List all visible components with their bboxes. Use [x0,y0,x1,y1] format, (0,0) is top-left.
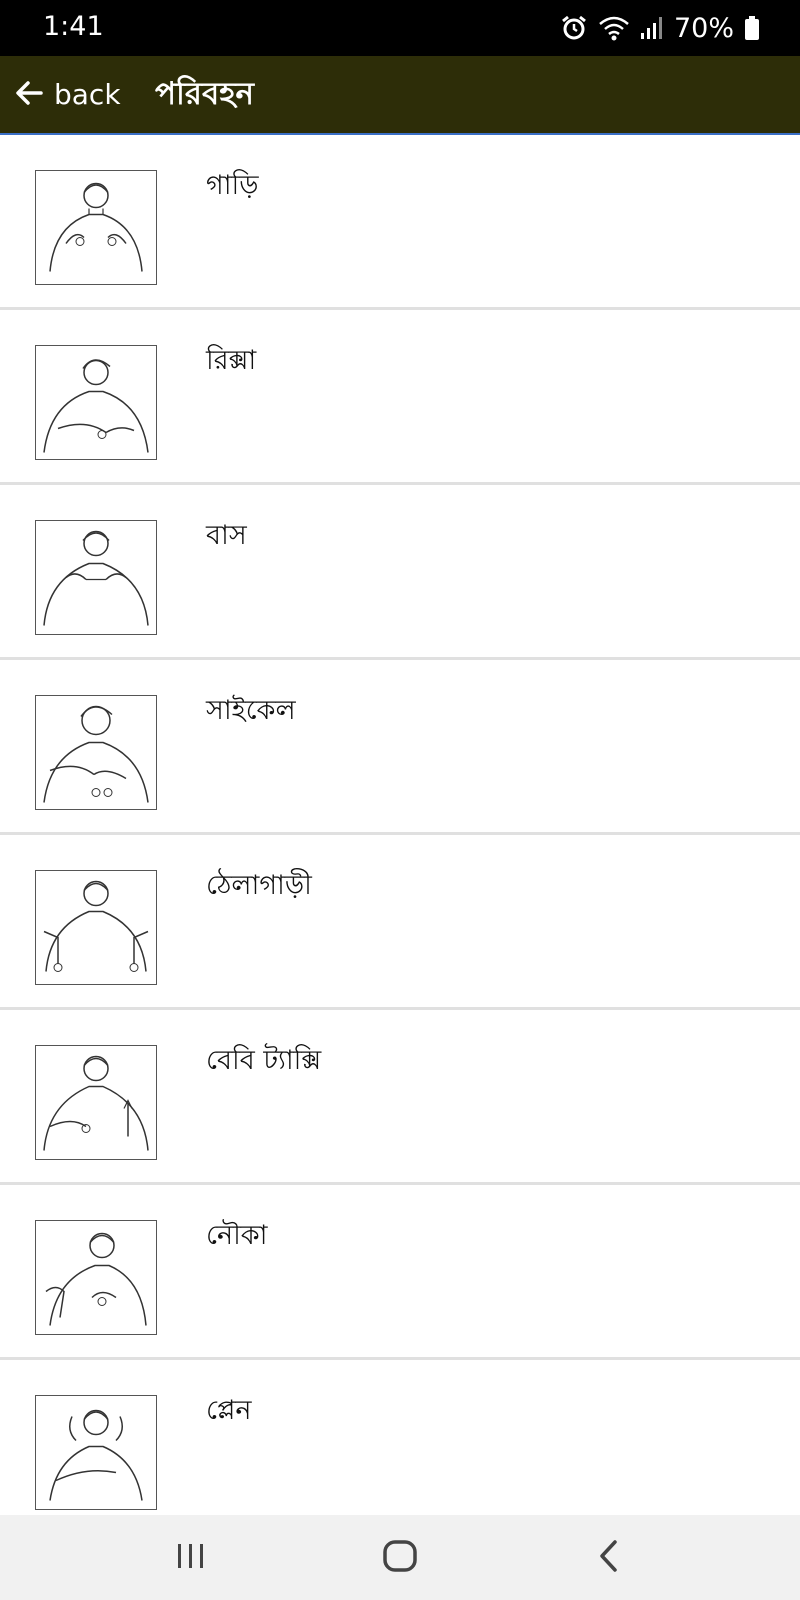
app-bar: back পরিবহন [0,56,800,135]
arrow-left-icon [14,78,44,112]
back-label: back [54,78,121,111]
sign-list: গাড়ি রিক্সা বাস সাইকেল ঠেলাগাড়ী বেবি ট… [0,135,800,1515]
list-item[interactable]: বেবি ট্যাক্সি [0,1010,800,1185]
sign-illustration [35,170,157,285]
list-item[interactable]: সাইকেল [0,660,800,835]
sign-illustration [35,1220,157,1335]
item-label: বাস [206,520,247,551]
sign-illustration [35,1045,157,1160]
chevron-left-icon [597,1539,621,1577]
sign-illustration [35,345,157,460]
status-time: 1:41 [43,11,104,42]
list-item[interactable]: গাড়ি [0,135,800,310]
alarm-icon [560,14,588,42]
list-item[interactable]: ঠেলাগাড়ী [0,835,800,1010]
item-label: রিক্সা [206,345,257,376]
home-button[interactable] [340,1515,460,1600]
wifi-icon [598,14,630,42]
battery-percent: 70% [673,12,734,44]
recent-apps-button[interactable] [131,1515,251,1600]
sign-illustration [35,520,157,635]
page-title: পরিবহন [155,76,255,112]
list-item[interactable]: নৌকা [0,1185,800,1360]
item-label: বেবি ট্যাক্সি [206,1045,322,1076]
item-label: প্লেন [206,1395,252,1426]
back-button[interactable]: back [14,56,121,133]
status-icons: 70% [560,10,760,46]
list-item[interactable]: প্লেন [0,1360,800,1515]
sign-illustration [35,1395,157,1510]
list-item[interactable]: রিক্সা [0,310,800,485]
item-label: ঠেলাগাড়ী [206,870,312,901]
signal-icon [640,15,664,41]
item-label: নৌকা [206,1220,268,1251]
system-nav-bar [0,1515,800,1600]
battery-icon [744,15,760,41]
recent-apps-icon [175,1541,207,1575]
status-bar: 1:41 70% [0,0,800,56]
item-label: গাড়ি [206,170,259,201]
sign-illustration [35,695,157,810]
list-item[interactable]: বাস [0,485,800,660]
nav-back-button[interactable] [549,1515,669,1600]
sign-illustration [35,870,157,985]
item-label: সাইকেল [206,695,296,726]
home-icon [382,1539,418,1577]
